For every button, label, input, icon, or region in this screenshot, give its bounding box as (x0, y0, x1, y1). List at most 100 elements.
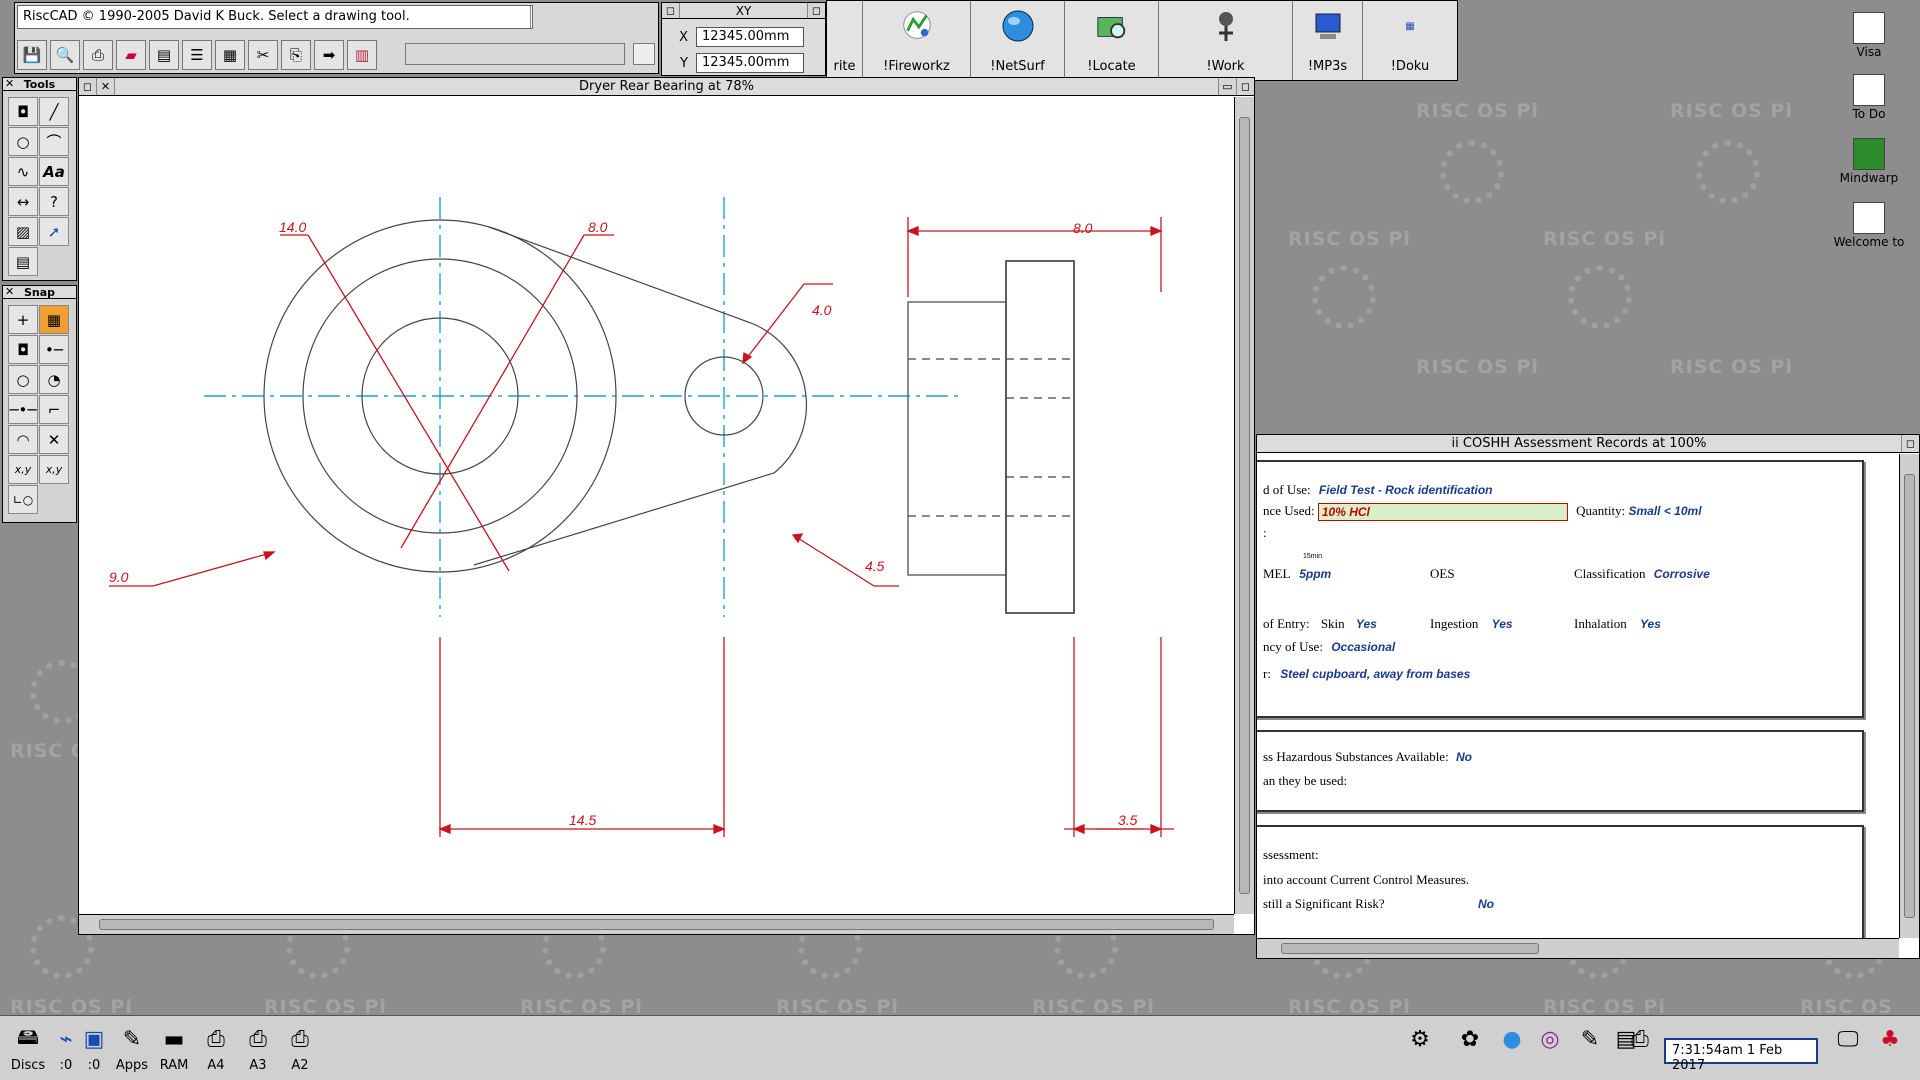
text-tool-icon[interactable]: Aa (39, 157, 69, 186)
print-icon[interactable]: ⎙ (83, 40, 113, 70)
centerlines (204, 197, 959, 617)
wall-tool-icon[interactable]: ▤ (8, 247, 38, 276)
app-netsurf[interactable]: !NetSurf (971, 1, 1065, 80)
app-mp3s[interactable]: !MP3s (1293, 1, 1363, 80)
y-label: Y (680, 55, 688, 71)
snap-free-icon[interactable]: + (8, 305, 38, 334)
iconbar-paint[interactable]: ✿ (1446, 1022, 1494, 1058)
skin-value: Yes (1355, 617, 1377, 631)
iconbar-apps[interactable]: ✎ Apps (108, 1022, 156, 1074)
save-icon[interactable]: 💾 (17, 40, 47, 70)
vertical-scrollbar[interactable] (1234, 97, 1254, 914)
snap-xy-offset-icon[interactable]: x,y (39, 455, 69, 484)
select-tool-icon[interactable]: ➚ (39, 217, 69, 246)
substance-field[interactable]: 10% HCl (1317, 503, 1568, 522)
iconbar-printers[interactable]: ⎙ (1616, 1022, 1664, 1058)
list-icon[interactable]: ☰ (182, 40, 212, 70)
iconbar-network[interactable]: ⚙ (1396, 1022, 1444, 1058)
curve-tool-icon[interactable]: ∿ (8, 157, 38, 186)
iconise-icon[interactable]: ▭ (1218, 78, 1236, 95)
desktop-icon-mindwarp[interactable]: Mindwarp (1824, 138, 1914, 185)
iconbar-a4[interactable]: ⎙ A4 (192, 1022, 240, 1074)
drawing-titlebar[interactable]: ◻ ✕ Dryer Rear Bearing at 78% ▭ ◻ (79, 78, 1254, 96)
colour-icon[interactable]: ▰ (116, 40, 146, 70)
dim-label-d7: 8.0 (1073, 220, 1093, 236)
printer-a2-icon: ⎙ (291, 1026, 309, 1052)
horizontal-scrollbar[interactable] (1257, 938, 1899, 958)
cut-icon[interactable]: ✂ (248, 40, 278, 70)
app-writer[interactable]: rite (827, 1, 863, 80)
desktop-icon-visa[interactable]: Visa (1824, 12, 1914, 59)
iconbar-raspberry[interactable]: ♣ (1866, 1022, 1914, 1058)
back-icon[interactable]: ◻ (662, 3, 680, 18)
drawing-title: Dryer Rear Bearing at 78% (579, 79, 754, 94)
snap-point-icon[interactable]: ◘ (8, 335, 38, 364)
snap-grid-icon[interactable]: ▦ (39, 305, 69, 334)
toggle-size-icon[interactable]: ◻ (1236, 78, 1254, 95)
desktop-icon-welcome[interactable]: Welcome to (1824, 202, 1914, 249)
circle-tool-icon[interactable]: ○ (8, 127, 38, 156)
library-icon[interactable]: ▥ (347, 40, 377, 70)
iconbar-label: A2 (291, 1058, 309, 1073)
dimension-tool-icon[interactable]: ↔ (8, 187, 38, 216)
scroll-thumb[interactable] (99, 919, 1214, 930)
ingestion-label: Ingestion (1430, 616, 1479, 631)
line-tool-icon[interactable]: ╱ (39, 97, 69, 126)
coshh-titlebar[interactable]: ii COSHH Assessment Records at 100% ◻ (1257, 435, 1919, 453)
snap-mid-icon[interactable]: ─•─ (8, 395, 38, 424)
command-field[interactable] (405, 43, 625, 65)
snap-quadrant-icon[interactable]: ◔ (39, 365, 69, 394)
mindwarp-icon (1853, 138, 1885, 170)
app-fireworkz[interactable]: !Fireworkz (863, 1, 971, 80)
storage-label: r: (1263, 666, 1271, 681)
printers-icon: ⎙ (1631, 1026, 1649, 1052)
toggle-size-icon[interactable]: ◻ (1901, 435, 1919, 452)
app-doku[interactable]: ▦ !Doku (1363, 1, 1457, 80)
help-tool-icon[interactable]: ? (39, 187, 69, 216)
app-label: !Doku (1390, 59, 1430, 74)
app-label: !Work (1206, 59, 1245, 74)
command-toggle[interactable] (633, 43, 655, 65)
scroll-thumb[interactable] (1904, 474, 1915, 918)
close-icon[interactable]: ✕ (5, 285, 14, 298)
vertical-scrollbar[interactable] (1899, 454, 1919, 938)
iconbar-a2[interactable]: ⎙ A2 (276, 1022, 324, 1074)
skin-label: Skin (1320, 616, 1345, 631)
layers-icon[interactable]: ▤ (149, 40, 179, 70)
snap-arc-icon[interactable]: ◠ (8, 425, 38, 454)
riscad-tool-row: 💾 🔍 ⎙ ▰ ▤ ☰ ▦ ✂ ⎘ ➡ ▥ (17, 37, 377, 73)
snap-centre-icon[interactable]: ○ (8, 365, 38, 394)
back-icon[interactable]: ◻ (79, 78, 97, 95)
horizontal-scrollbar[interactable] (79, 914, 1234, 934)
close-icon[interactable]: ✕ (97, 78, 115, 95)
forward-icon[interactable]: ➡ (314, 40, 344, 70)
iconbar-a3[interactable]: ⎙ A3 (234, 1022, 282, 1074)
rectangle-tool-icon[interactable]: ◘ (8, 97, 38, 126)
snap-xy-icon[interactable]: x,y (8, 455, 38, 484)
iconbar-ram[interactable]: ▬ RAM (150, 1022, 198, 1074)
xy-titlebar[interactable]: ◻ XY ◻ (662, 3, 825, 19)
toggle-size-icon[interactable]: ◻ (807, 3, 825, 18)
riscad-toolbar-window: RiscCAD © 1990-2005 David K Buck. Select… (14, 2, 659, 74)
snap-intersect-icon[interactable]: ✕ (39, 425, 69, 454)
close-icon[interactable]: ✕ (5, 77, 14, 90)
snap-angle-icon[interactable]: ∟○ (8, 485, 38, 514)
drawing-canvas[interactable]: 14.0 8.0 4.0 9.0 4.5 14.5 8.0 3.5 (79, 97, 1234, 914)
snap-direct-icon[interactable]: ⌐ (39, 395, 69, 424)
snap-grid: + ▦ ◘ •─ ○ ◔ ─•─ ⌐ ◠ ✕ x,y x,y ∟○ (3, 299, 76, 520)
scroll-thumb[interactable] (1239, 117, 1250, 894)
arc-tool-icon[interactable]: ⌒ (39, 127, 69, 156)
snap-end-icon[interactable]: •─ (39, 335, 69, 364)
app-locate[interactable]: !Locate (1065, 1, 1159, 80)
app-work[interactable]: !Work (1159, 1, 1293, 80)
tools-pane: ✕ Tools ◘ ╱ ○ ⌒ ∿ Aa ↔ ? ▨ ➚ ▤ (2, 77, 77, 281)
iconbar-display[interactable]: 🖵 (1824, 1022, 1872, 1058)
scroll-thumb[interactable] (1281, 943, 1539, 954)
clock[interactable]: 7:31:54am 1 Feb 2017 (1664, 1038, 1818, 1073)
grid-icon[interactable]: ▦ (215, 40, 245, 70)
hatch-tool-icon[interactable]: ▨ (8, 217, 38, 246)
zoom-icon[interactable]: 🔍 (50, 40, 80, 70)
desktop-icon-todo[interactable]: To Do (1824, 74, 1914, 121)
paste-icon[interactable]: ⎘ (281, 40, 311, 70)
arrowhead (906, 226, 919, 236)
